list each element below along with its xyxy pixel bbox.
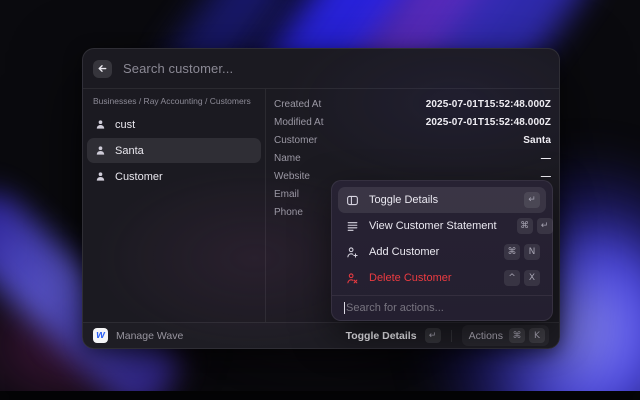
detail-label: Modified At — [274, 117, 323, 128]
footer-actions-button[interactable]: Actions ⌘ K — [462, 325, 549, 346]
k-key-badge: K — [529, 328, 545, 343]
text-cursor — [344, 302, 345, 314]
person-add-icon — [346, 246, 359, 259]
list-item-label: Santa — [115, 145, 144, 157]
search-input[interactable]: Search customer... — [123, 61, 233, 76]
list-item-santa[interactable]: Santa — [87, 138, 261, 163]
wallpaper-bottom-strip — [0, 391, 640, 400]
actions-menu-items: Toggle Details ↵ View Customer Statement… — [332, 181, 552, 295]
detail-label: Email — [274, 189, 299, 200]
footer-toggle-details-button[interactable]: Toggle Details — [346, 330, 417, 342]
x-key-badge: X — [524, 270, 540, 286]
return-key-badge: ↵ — [537, 218, 553, 234]
footer-bar: w Manage Wave Toggle Details ↵ Actions ⌘… — [83, 322, 559, 348]
actions-search-placeholder: Search for actions... — [346, 302, 444, 314]
menu-item-view-customer-statement[interactable]: View Customer Statement ⌘ ↵ — [338, 213, 546, 239]
person-icon — [95, 119, 106, 130]
command-key-badge: ⌘ — [517, 218, 533, 234]
arrow-left-icon — [97, 63, 108, 74]
command-key-badge: ⌘ — [504, 244, 520, 260]
person-delete-icon — [346, 272, 359, 285]
menu-item-label: Toggle Details — [369, 194, 438, 206]
search-bar: Search customer... — [83, 49, 559, 89]
statement-lines-icon — [346, 220, 359, 233]
detail-label: Created At — [274, 99, 321, 110]
footer-separator — [451, 330, 452, 342]
detail-value: 2025-07-01T15:52:48.000Z — [426, 99, 551, 110]
desktop-wallpaper: Search customer... Businesses / Ray Acco… — [0, 0, 640, 400]
customer-list: cust Santa Customer — [83, 112, 265, 189]
detail-row-modified-at: Modified At 2025-07-01T15:52:48.000Z — [274, 113, 551, 131]
app-name: Manage Wave — [116, 330, 183, 342]
command-key-badge: ⌘ — [509, 328, 525, 343]
list-item-customer[interactable]: Customer — [87, 164, 261, 189]
actions-button-label: Actions — [469, 330, 503, 342]
customer-list-panel: Businesses / Ray Accounting / Customers … — [83, 89, 265, 322]
menu-item-add-customer[interactable]: Add Customer ⌘ N — [338, 239, 546, 265]
detail-label: Website — [274, 171, 310, 182]
list-item-label: cust — [115, 119, 135, 131]
n-key-badge: N — [524, 244, 540, 260]
back-button[interactable] — [93, 60, 112, 78]
sidebar-toggle-icon — [346, 194, 359, 207]
control-key-badge: ^ — [504, 270, 520, 286]
menu-item-label: Delete Customer — [369, 272, 452, 284]
return-key-badge: ↵ — [524, 192, 540, 208]
list-item-cust[interactable]: cust — [87, 112, 261, 137]
menu-item-toggle-details[interactable]: Toggle Details ↵ — [338, 187, 546, 213]
person-icon — [95, 171, 106, 182]
menu-item-label: View Customer Statement — [369, 220, 497, 232]
detail-value: — — [541, 153, 551, 164]
detail-label: Customer — [274, 135, 317, 146]
detail-label: Phone — [274, 207, 303, 218]
menu-item-label: Add Customer — [369, 246, 439, 258]
detail-row-customer: Customer Santa — [274, 131, 551, 149]
detail-value: 2025-07-01T15:52:48.000Z — [426, 117, 551, 128]
menu-item-delete-customer[interactable]: Delete Customer ^ X — [338, 265, 546, 291]
detail-row-created-at: Created At 2025-07-01T15:52:48.000Z — [274, 95, 551, 113]
wave-logo: w — [93, 328, 108, 343]
person-icon — [95, 145, 106, 156]
return-key-badge: ↵ — [425, 328, 441, 343]
actions-menu: Toggle Details ↵ View Customer Statement… — [331, 180, 553, 321]
breadcrumb: Businesses / Ray Accounting / Customers — [83, 94, 265, 112]
detail-label: Name — [274, 153, 301, 164]
list-item-label: Customer — [115, 171, 163, 183]
detail-row-name: Name — — [274, 149, 551, 167]
actions-search-input[interactable]: Search for actions... — [332, 295, 552, 320]
detail-value: Santa — [523, 135, 551, 146]
